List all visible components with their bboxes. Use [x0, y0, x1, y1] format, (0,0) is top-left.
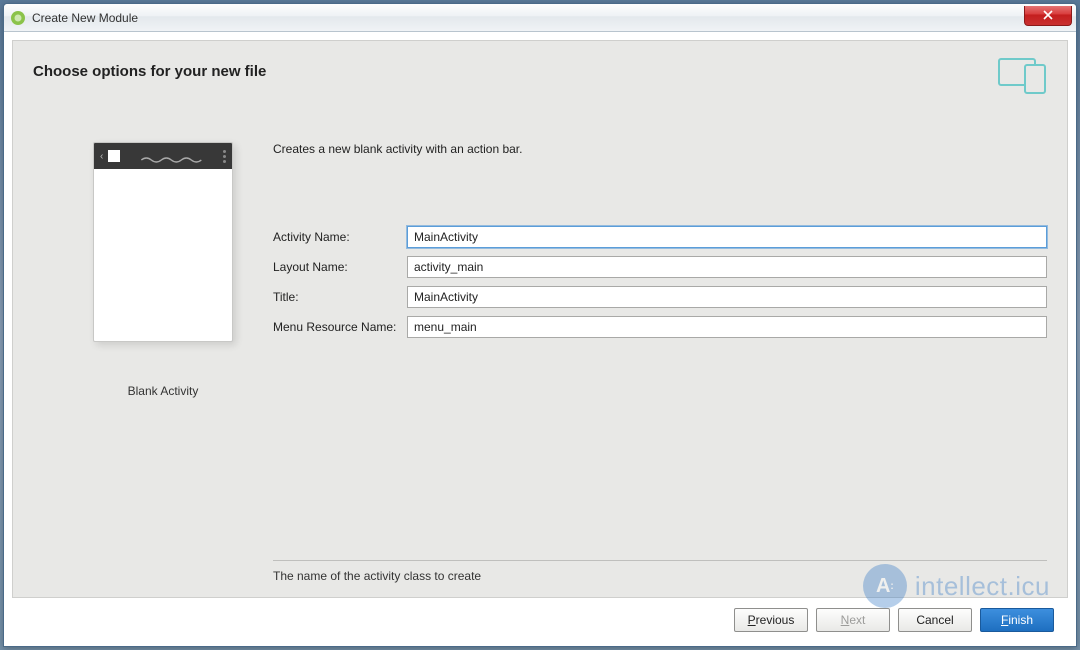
layout-name-label: Layout Name:: [273, 260, 407, 274]
cancel-button[interactable]: Cancel: [898, 608, 972, 632]
next-button: Next: [816, 608, 890, 632]
activity-name-label: Activity Name:: [273, 230, 407, 244]
title-row: Title:: [273, 286, 1047, 308]
app-icon: [10, 10, 26, 26]
preview-action-bar: ‹: [94, 143, 232, 169]
layout-name-row: Layout Name:: [273, 256, 1047, 278]
activity-preview: ‹: [93, 142, 233, 342]
help-separator: [273, 560, 1047, 561]
dialog-window: Create New Module Choose options for you…: [3, 3, 1077, 647]
menu-resource-input[interactable]: [407, 316, 1047, 338]
button-bar: Previous Next Cancel Finish: [12, 604, 1068, 638]
close-button[interactable]: [1024, 6, 1072, 26]
title-label: Title:: [273, 290, 407, 304]
devices-icon: [997, 55, 1049, 95]
window-title: Create New Module: [32, 11, 1024, 25]
dialog-content: Choose options for your new file ‹: [12, 40, 1068, 598]
app-square-icon: [108, 150, 120, 162]
title-bar[interactable]: Create New Module: [4, 4, 1076, 32]
page-title: Choose options for your new file: [33, 63, 1047, 80]
form-fields: Activity Name: Layout Name: Title: Menu …: [273, 226, 1047, 346]
preview-caption: Blank Activity: [128, 384, 199, 398]
layout-name-input[interactable]: [407, 256, 1047, 278]
overflow-dots-icon: [223, 150, 226, 163]
menu-resource-row: Menu Resource Name:: [273, 316, 1047, 338]
previous-button[interactable]: Previous: [734, 608, 808, 632]
menu-resource-label: Menu Resource Name:: [273, 320, 407, 334]
finish-button[interactable]: Finish: [980, 608, 1054, 632]
main-body: ‹ Blank Activity Creates a new blank act…: [13, 80, 1067, 597]
preview-column: ‹ Blank Activity: [33, 142, 253, 597]
title-input[interactable]: [407, 286, 1047, 308]
header-area: Choose options for your new file: [13, 41, 1067, 80]
help-text: The name of the activity class to create: [273, 569, 1047, 597]
title-wave-icon: [129, 153, 214, 159]
back-chevron-icon: ‹: [100, 151, 103, 162]
form-column: Creates a new blank activity with an act…: [273, 142, 1047, 597]
help-area: The name of the activity class to create: [273, 560, 1047, 597]
activity-name-row: Activity Name:: [273, 226, 1047, 248]
activity-name-input[interactable]: [407, 226, 1047, 248]
form-description: Creates a new blank activity with an act…: [273, 142, 1047, 156]
